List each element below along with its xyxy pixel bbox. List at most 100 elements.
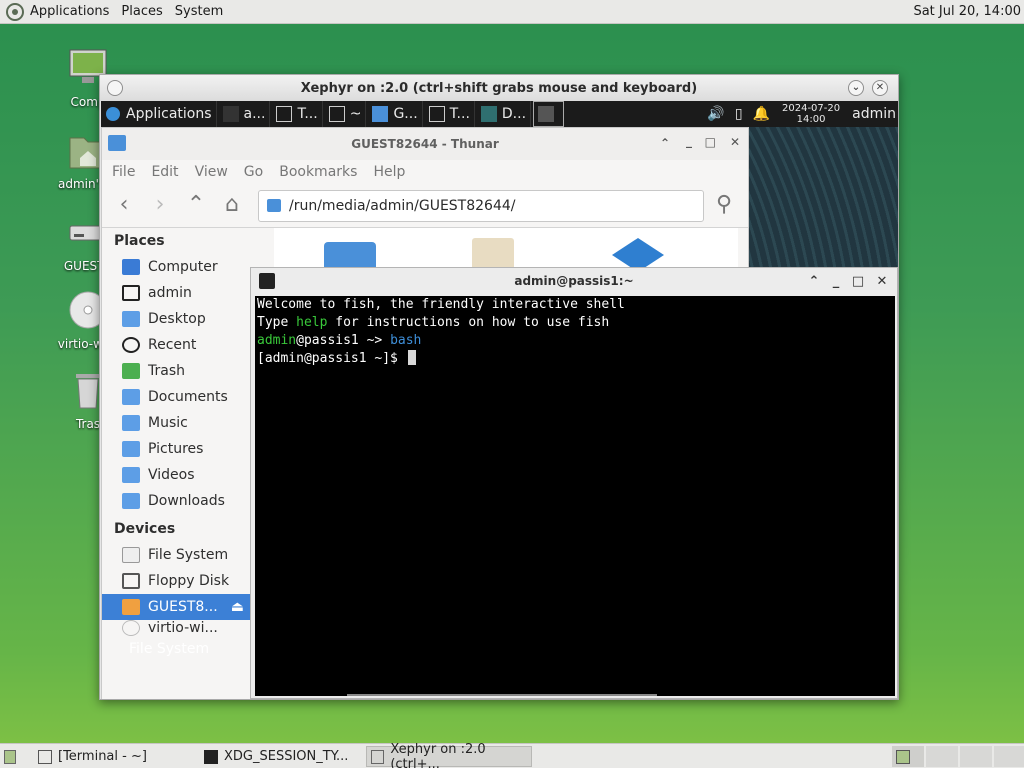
thunar-sidebar: Places Computer admin Desktop Recent Tra… [102, 228, 250, 699]
guest-task-4[interactable]: T... [425, 101, 475, 127]
sidebar-item-downloads[interactable]: Downloads [102, 488, 250, 514]
sidebar-item-label: GUEST8... [148, 599, 218, 615]
workspace-1[interactable] [892, 746, 924, 767]
sidebar-item-videos[interactable]: Videos [102, 462, 250, 488]
menu-applications[interactable]: Applications [30, 4, 109, 19]
close-icon[interactable]: ✕ [875, 274, 889, 289]
window-menu-button[interactable] [107, 80, 123, 96]
show-desktop-button[interactable] [0, 746, 22, 767]
thunar-title: GUEST82644 - Thunar [351, 137, 499, 151]
close-icon[interactable]: ✕ [730, 135, 740, 149]
taskbar-label: [Terminal - ~] [58, 749, 147, 764]
sidebar-item-floppy[interactable]: Floppy Disk [102, 568, 250, 594]
sidebar-item-recent[interactable]: Recent [102, 332, 250, 358]
guest-time: 14:00 [796, 114, 826, 125]
terminal-title: admin@passis1:~ [514, 274, 634, 288]
sidebar-item-pictures[interactable]: Pictures [102, 436, 250, 462]
minimize-icon[interactable]: _ [686, 134, 692, 148]
guest-task-label: D... [501, 106, 527, 122]
minimize-button[interactable]: ⌄ [848, 80, 864, 96]
host-clock[interactable]: Sat Jul 20, 14:00 [913, 4, 1021, 19]
sidebar-item-music[interactable]: Music [102, 410, 250, 436]
eject-icon[interactable]: ⏏ [231, 599, 244, 615]
clock-icon [122, 337, 140, 353]
terminal-output[interactable]: Welcome to fish, the friendly interactiv… [255, 296, 895, 696]
guest-task-2[interactable]: ~ [325, 101, 367, 127]
guest-task-label: a... [243, 106, 266, 122]
folder-icon [122, 493, 140, 509]
menu-places[interactable]: Places [121, 4, 162, 19]
sidebar-item-desktop[interactable]: Desktop [102, 306, 250, 332]
minimize-icon[interactable]: _ [829, 274, 843, 289]
guest-task-5[interactable]: D... [477, 101, 532, 127]
taskbar-item-xdg[interactable]: XDG_SESSION_TY... [200, 746, 364, 767]
sidebar-item-virtio[interactable]: virtio-wi... [102, 620, 250, 636]
taskbar-item-terminal[interactable]: [Terminal - ~] [34, 746, 196, 767]
sidebar-item-trash[interactable]: Trash [102, 358, 250, 384]
terminal-line: Welcome to fish, the friendly interactiv… [257, 297, 625, 312]
guest-desktop-label[interactable]: File System [129, 641, 209, 657]
home-icon [122, 285, 140, 301]
maximize-icon[interactable]: □ [851, 274, 865, 289]
guest-applications-menu[interactable]: Applications [101, 101, 217, 127]
thunar-titlebar[interactable]: GUEST82644 - Thunar ⌃ _ □ ✕ [102, 128, 748, 160]
chevron-up-icon[interactable]: ⌃ [807, 274, 821, 289]
guest-date: 2024-07-20 [782, 103, 841, 114]
back-button[interactable]: ‹ [110, 192, 138, 220]
xephyr-screen: Applications a... T... ~ G... T... D... … [101, 101, 898, 699]
guest-task-3[interactable]: G... [368, 101, 423, 127]
menu-view[interactable]: View [195, 164, 228, 180]
mate-logo-icon[interactable] [6, 2, 24, 21]
taskbar-item-xephyr[interactable]: Xephyr on :2.0 (ctrl+... [366, 742, 532, 768]
battery-icon[interactable]: ▯ [735, 106, 743, 122]
help-keyword: help [296, 315, 328, 330]
search-button[interactable]: ⚲ [710, 192, 738, 220]
guest-user-label[interactable]: admin [852, 106, 896, 122]
folder-icon [267, 199, 281, 212]
chevron-up-icon[interactable]: ⌃ [660, 136, 670, 150]
guest-task-0[interactable]: a... [219, 101, 271, 127]
sidebar-item-admin[interactable]: admin [102, 280, 250, 306]
menu-go[interactable]: Go [244, 164, 263, 180]
sidebar-item-label: Pictures [148, 441, 204, 457]
xephyr-titlebar[interactable]: Xephyr on :2.0 (ctrl+shift grabs mouse a… [100, 75, 898, 101]
workspace-4[interactable] [994, 746, 1024, 767]
volume-icon[interactable]: 🔊 [707, 106, 724, 122]
menu-help[interactable]: Help [373, 164, 405, 180]
horizontal-scrollbar[interactable] [347, 694, 657, 696]
host-top-panel: Applications Places System Sat Jul 20, 1… [0, 0, 1024, 24]
menu-system[interactable]: System [175, 4, 223, 19]
display-icon [480, 106, 497, 122]
guest-task-1[interactable]: T... [272, 101, 323, 127]
menu-edit[interactable]: Edit [151, 164, 178, 180]
sidebar-item-label: Computer [148, 259, 218, 275]
host-bottom-panel: [Terminal - ~] XDG_SESSION_TY... Xephyr … [0, 742, 1024, 768]
sidebar-item-guest[interactable]: GUEST8... ⏏ [102, 594, 250, 620]
menu-bookmarks[interactable]: Bookmarks [279, 164, 357, 180]
location-bar[interactable]: /run/media/admin/GUEST82644/ [258, 189, 704, 222]
home-button[interactable]: ⌂ [218, 192, 246, 220]
xephyr-window: Xephyr on :2.0 (ctrl+shift grabs mouse a… [99, 74, 899, 700]
sidebar-item-documents[interactable]: Documents [102, 384, 250, 410]
text-span: for instructions on how to use fish [327, 315, 610, 330]
folder-icon [108, 135, 126, 151]
terminal-icon [328, 106, 345, 122]
guest-clock[interactable]: 2024-07-20 14:00 [782, 103, 840, 125]
sidebar-item-computer[interactable]: Computer [102, 254, 250, 280]
maximize-icon[interactable]: □ [705, 135, 716, 149]
forward-button[interactable]: › [146, 192, 174, 220]
menu-file[interactable]: File [112, 164, 135, 180]
guest-top-panel: Applications a... T... ~ G... T... D... … [101, 101, 898, 127]
places-heading: Places [114, 233, 165, 249]
drive-icon [122, 599, 140, 615]
notification-bell-icon[interactable]: 🔔 [753, 106, 770, 122]
guest-task-active[interactable] [533, 101, 565, 127]
close-button[interactable]: ✕ [872, 80, 888, 96]
sidebar-item-filesystem[interactable]: File System [102, 542, 250, 568]
workspace-3[interactable] [960, 746, 992, 767]
workspace-2[interactable] [926, 746, 958, 767]
terminal-titlebar[interactable]: admin@passis1:~ ⌃ _ □ ✕ [251, 268, 897, 294]
sidebar-item-label: Documents [148, 389, 228, 405]
up-button[interactable]: ⌃ [182, 192, 210, 220]
sidebar-item-label: Recent [148, 337, 197, 353]
